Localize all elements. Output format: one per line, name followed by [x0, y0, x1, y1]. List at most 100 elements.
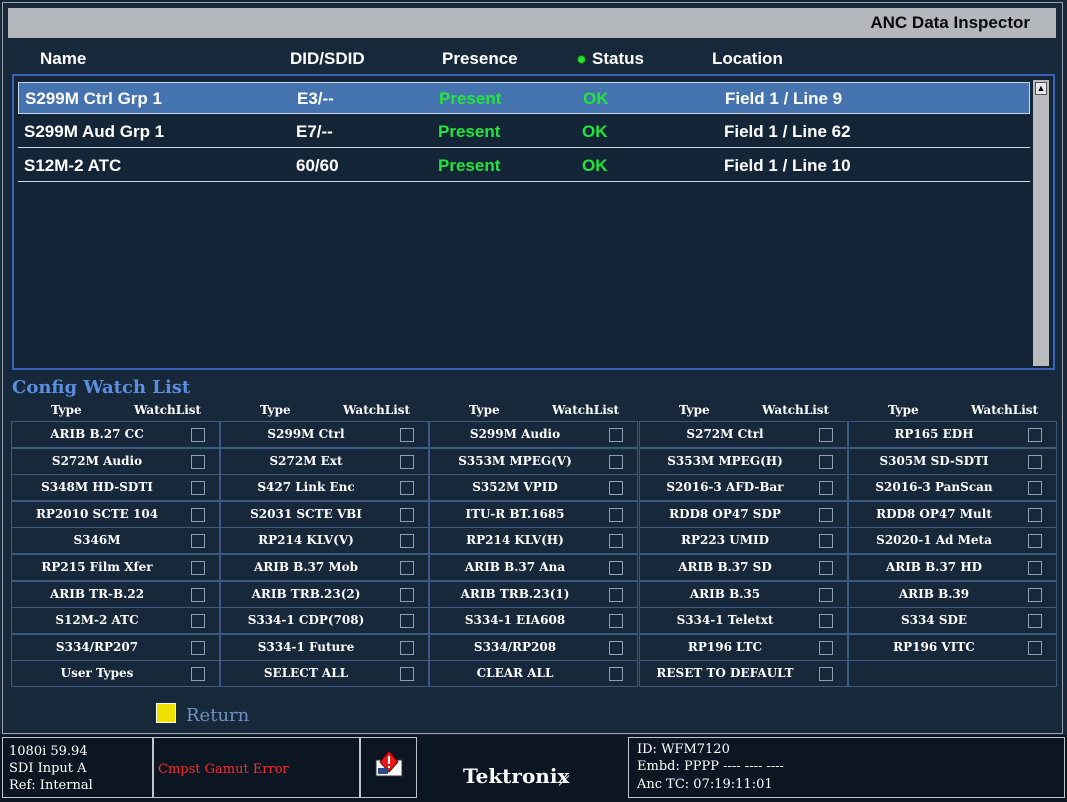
watch-list-type-label[interactable]: RP165 EDH: [849, 427, 1019, 441]
checkbox-icon[interactable]: [400, 455, 414, 469]
watch-list-type-label[interactable]: ARIB B.37 HD: [849, 560, 1019, 574]
watch-list-type-label[interactable]: RP196 VITC: [849, 640, 1019, 654]
checkbox-icon[interactable]: [609, 508, 623, 522]
checkbox-icon[interactable]: [400, 588, 414, 602]
packet-row[interactable]: S299M Ctrl Grp 1 E3/-- Present OK Field 1 / …: [18, 82, 1030, 114]
checkbox-icon[interactable]: [819, 667, 833, 681]
watch-list-type-label[interactable]: S334-1 EIA608: [430, 613, 600, 627]
watch-list-type-label[interactable]: User Types: [12, 666, 182, 680]
watch-list-type-label[interactable]: RDD8 OP47 SDP: [640, 507, 810, 521]
watch-list-type-label[interactable]: ARIB TRB.23(2): [221, 587, 391, 601]
checkbox-icon[interactable]: [609, 455, 623, 469]
checkbox-icon[interactable]: [819, 561, 833, 575]
packet-row[interactable]: S299M Aud Grp 1 E7/-- Present OK Field 1 / L…: [18, 116, 1030, 148]
watch-list-type-label[interactable]: S334/RP207: [12, 640, 182, 654]
watch-list-type-label[interactable]: RP215 Film Xfer: [12, 560, 182, 574]
watch-list-type-label[interactable]: RDD8 OP47 Mult: [849, 507, 1019, 521]
watch-list-type-label[interactable]: S334-1 Teletxt: [640, 613, 810, 627]
return-button-label[interactable]: Return: [186, 705, 249, 726]
checkbox-icon[interactable]: [1028, 614, 1042, 628]
watch-list-type-label[interactable]: S272M Ctrl: [640, 427, 810, 441]
scroll-up-arrow-icon[interactable]: ▲: [1035, 82, 1047, 95]
watch-list-type-label[interactable]: S272M Ext: [221, 454, 391, 468]
watch-list-type-label[interactable]: S2016-3 PanScan: [849, 480, 1019, 494]
checkbox-icon[interactable]: [191, 561, 205, 575]
watch-list-type-label[interactable]: ARIB B.37 SD: [640, 560, 810, 574]
column-header-location[interactable]: Location: [712, 45, 783, 73]
checkbox-icon[interactable]: [609, 534, 623, 548]
checkbox-icon[interactable]: [400, 641, 414, 655]
checkbox-icon[interactable]: [1028, 508, 1042, 522]
watch-list-type-label[interactable]: S2016-3 AFD-Bar: [640, 480, 810, 494]
column-header-status[interactable]: Status: [577, 45, 644, 73]
return-button-icon[interactable]: [156, 703, 176, 723]
checkbox-icon[interactable]: [819, 481, 833, 495]
checkbox-icon[interactable]: [819, 508, 833, 522]
checkbox-icon[interactable]: [609, 481, 623, 495]
watch-list-type-label[interactable]: S334 SDE: [849, 613, 1019, 627]
column-header-did[interactable]: DID/SDID: [290, 45, 365, 73]
watch-list-type-label[interactable]: S305M SD-SDTI: [849, 454, 1019, 468]
checkbox-icon[interactable]: [400, 428, 414, 442]
watch-list-type-label[interactable]: S352M VPID: [430, 480, 600, 494]
checkbox-icon[interactable]: [400, 534, 414, 548]
checkbox-icon[interactable]: [191, 455, 205, 469]
watch-list-type-label[interactable]: S2031 SCTE VBI: [221, 507, 391, 521]
watch-list-type-label[interactable]: S427 Link Enc: [221, 480, 391, 494]
watch-list-type-label[interactable]: RP196 LTC: [640, 640, 810, 654]
watch-list-type-label[interactable]: S299M Ctrl: [221, 427, 391, 441]
watch-list-type-label[interactable]: ARIB TRB.23(1): [430, 587, 600, 601]
watch-list-type-label[interactable]: ARIB TR-B.22: [12, 587, 182, 601]
watch-list-type-label[interactable]: ARIB B.37 Mob: [221, 560, 391, 574]
checkbox-icon[interactable]: [819, 614, 833, 628]
checkbox-icon[interactable]: [191, 667, 205, 681]
checkbox-icon[interactable]: [400, 561, 414, 575]
watch-list-type-label[interactable]: S346M: [12, 533, 182, 547]
column-header-presence[interactable]: Presence: [442, 45, 518, 73]
watch-list-type-label[interactable]: ARIB B.35: [640, 587, 810, 601]
watch-list-type-label[interactable]: ITU-R BT.1685: [430, 507, 600, 521]
checkbox-icon[interactable]: [191, 588, 205, 602]
watch-list-type-label[interactable]: ARIB B.37 Ana: [430, 560, 600, 574]
checkbox-icon[interactable]: [400, 481, 414, 495]
watch-list-type-label[interactable]: S353M MPEG(V): [430, 454, 600, 468]
checkbox-icon[interactable]: [400, 667, 414, 681]
watch-list-type-label[interactable]: S272M Audio: [12, 454, 182, 468]
checkbox-icon[interactable]: [400, 614, 414, 628]
watch-list-type-label[interactable]: S348M HD-SDTI: [12, 480, 182, 494]
checkbox-icon[interactable]: [400, 508, 414, 522]
checkbox-icon[interactable]: [1028, 588, 1042, 602]
watch-list-type-label[interactable]: S334-1 Future: [221, 640, 391, 654]
watch-list-type-label[interactable]: ARIB B.27 CC: [12, 427, 182, 441]
checkbox-icon[interactable]: [191, 614, 205, 628]
checkbox-icon[interactable]: [819, 428, 833, 442]
watch-list-type-label[interactable]: S334-1 CDP(708): [221, 613, 391, 627]
checkbox-icon[interactable]: [1028, 481, 1042, 495]
checkbox-icon[interactable]: [1028, 534, 1042, 548]
checkbox-icon[interactable]: [609, 667, 623, 681]
watch-list-type-label[interactable]: RP2010 SCTE 104: [12, 507, 182, 521]
watch-list-type-label[interactable]: S2020-1 Ad Meta: [849, 533, 1019, 547]
watch-list-type-label[interactable]: RP214 KLV(V): [221, 533, 391, 547]
checkbox-icon[interactable]: [609, 561, 623, 575]
anc-packet-list[interactable]: S299M Ctrl Grp 1 E3/-- Present OK Field 1 / …: [12, 74, 1055, 370]
checkbox-icon[interactable]: [609, 641, 623, 655]
watch-list-type-label[interactable]: RESET TO DEFAULT: [640, 666, 810, 680]
watch-list-type-label[interactable]: ARIB B.39: [849, 587, 1019, 601]
checkbox-icon[interactable]: [191, 481, 205, 495]
checkbox-icon[interactable]: [609, 588, 623, 602]
checkbox-icon[interactable]: [819, 455, 833, 469]
checkbox-icon[interactable]: [609, 428, 623, 442]
vertical-scrollbar[interactable]: ▲: [1033, 80, 1049, 366]
watch-list-type-label[interactable]: S334/RP208: [430, 640, 600, 654]
alarm-panel[interactable]: [360, 737, 417, 798]
watch-list-type-label[interactable]: S12M-2 ATC: [12, 613, 182, 627]
checkbox-icon[interactable]: [191, 641, 205, 655]
watch-list-type-label[interactable]: CLEAR ALL: [430, 666, 600, 680]
checkbox-icon[interactable]: [609, 614, 623, 628]
column-header-name[interactable]: Name: [40, 45, 86, 73]
watch-list-type-label[interactable]: RP214 KLV(H): [430, 533, 600, 547]
packet-row[interactable]: S12M-2 ATC 60/60 Present OK Field 1 / Line 1…: [18, 150, 1030, 182]
checkbox-icon[interactable]: [191, 534, 205, 548]
watch-list-type-label[interactable]: S299M Audio: [430, 427, 600, 441]
